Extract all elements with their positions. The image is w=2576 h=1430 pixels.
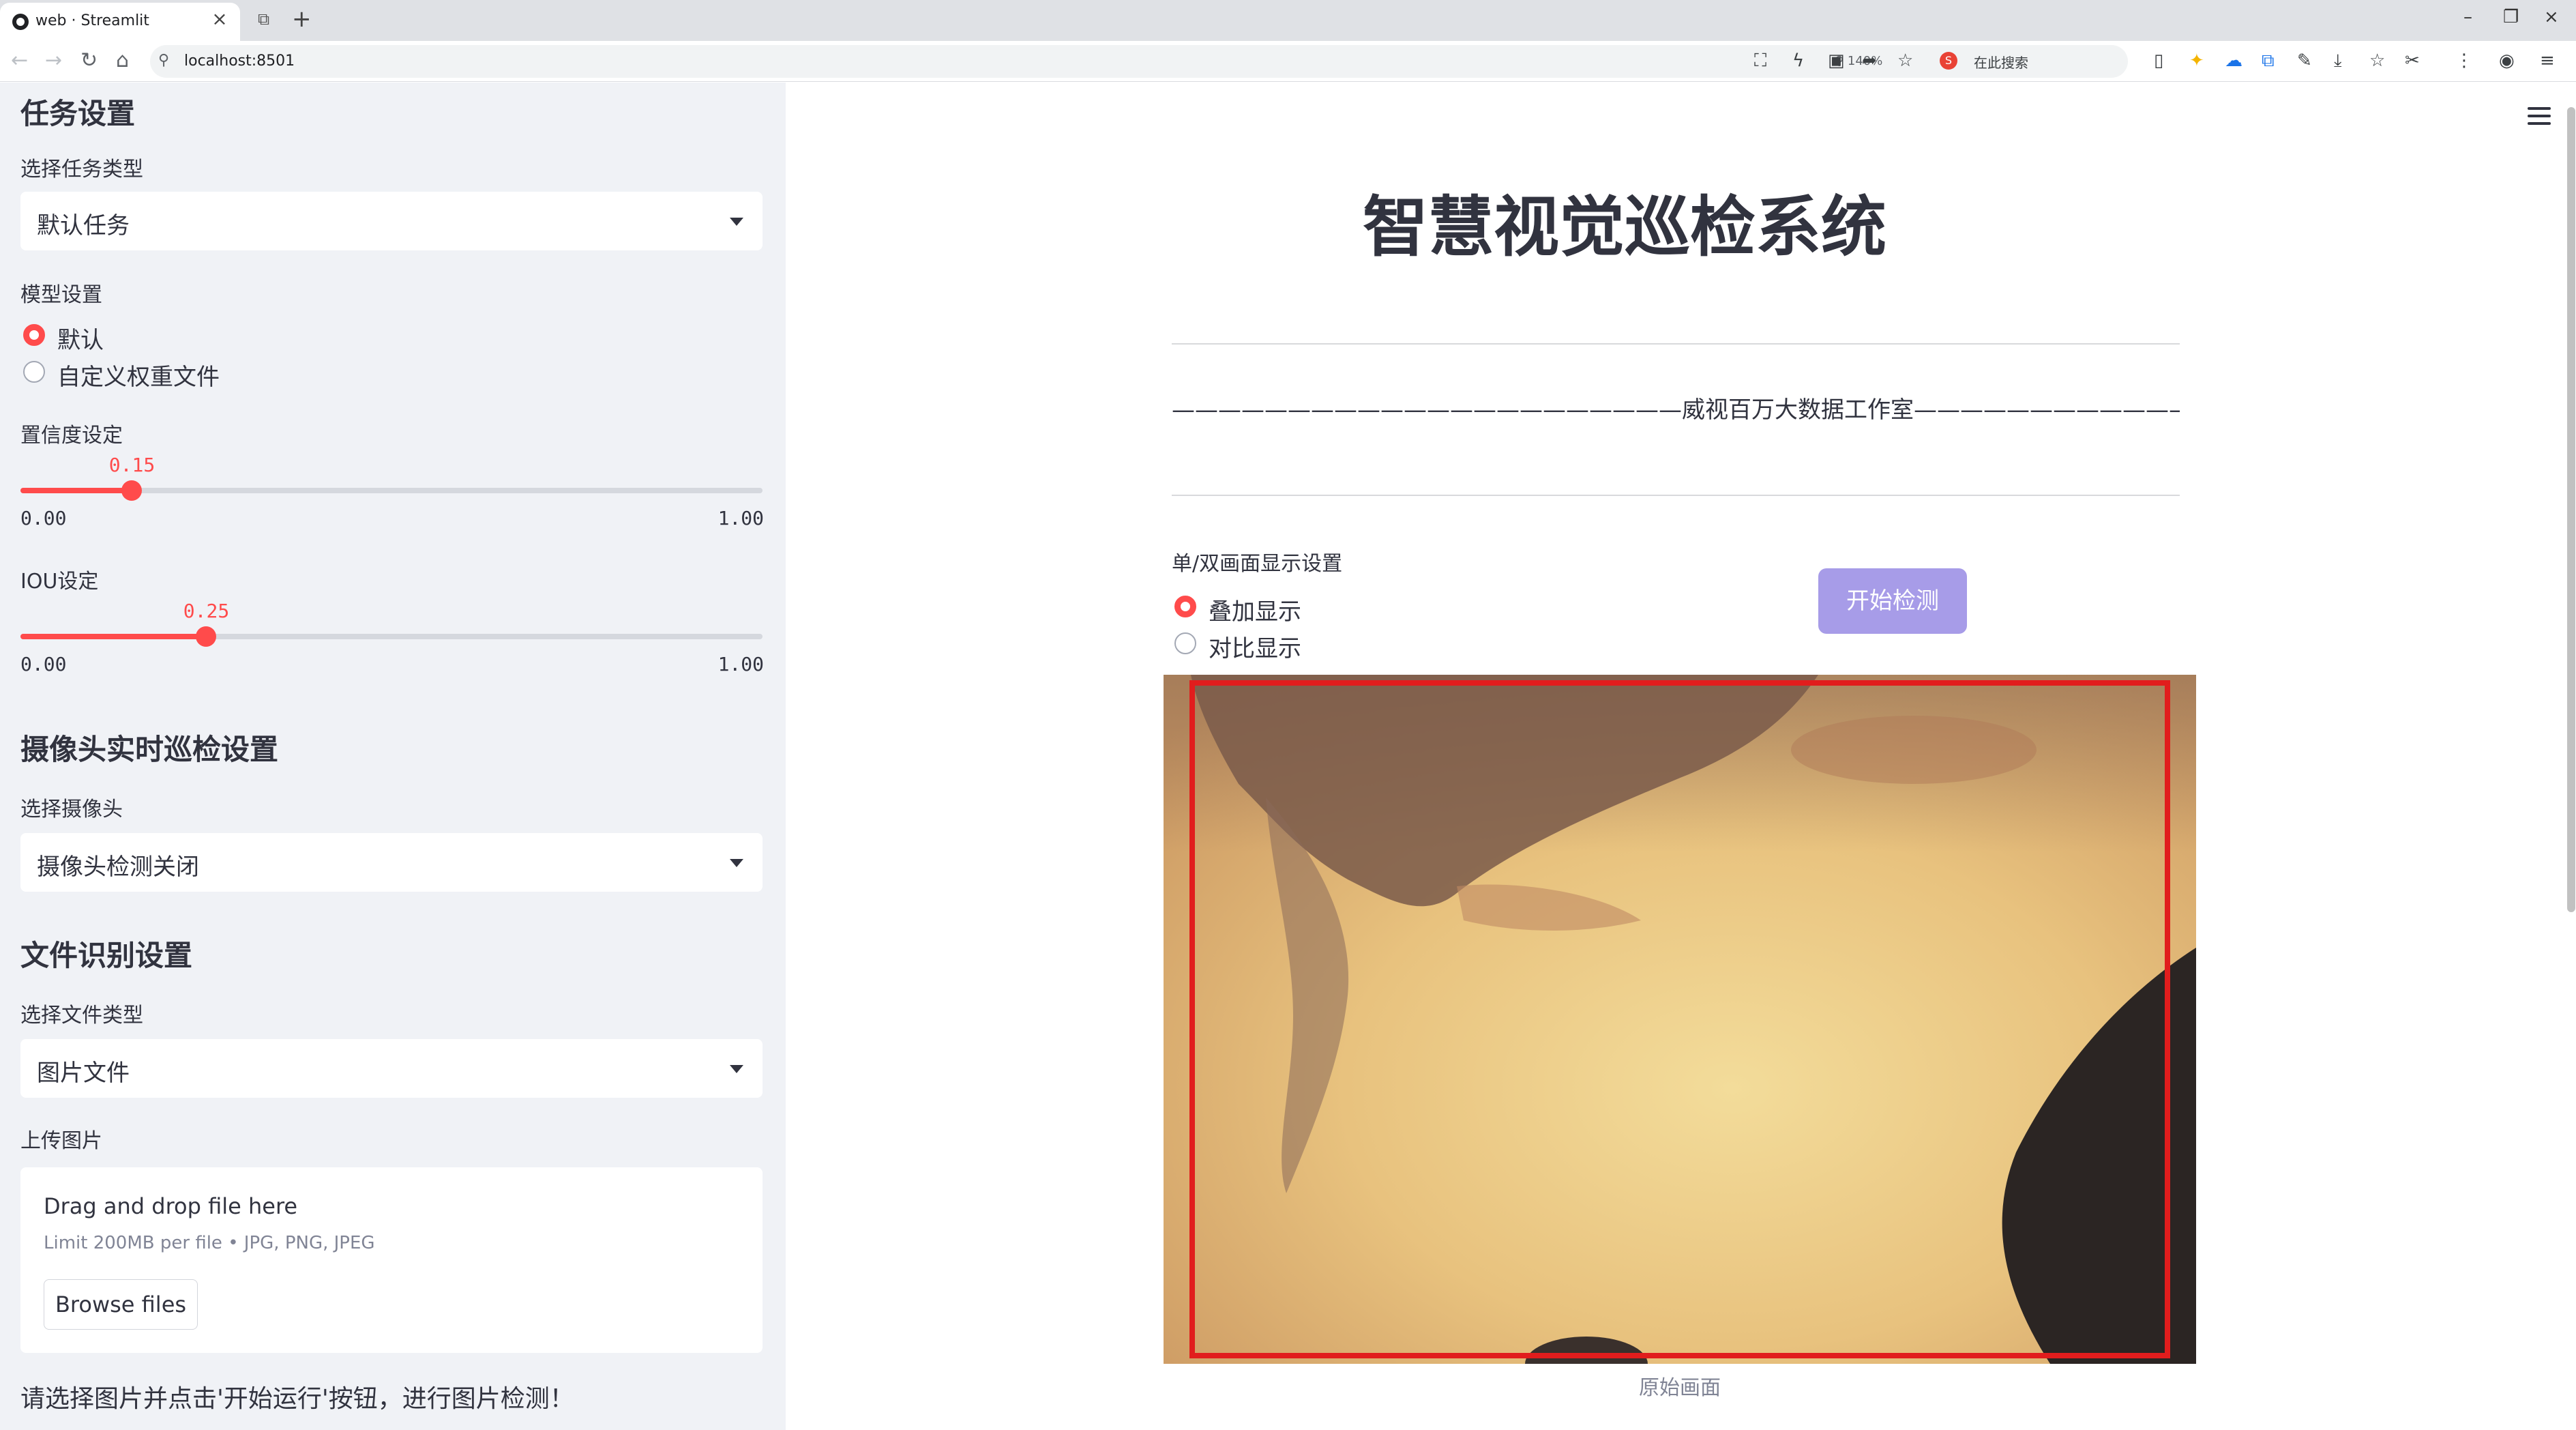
translate-icon[interactable]: ⛶ — [1754, 50, 1766, 71]
iou-slider[interactable]: 0.25 0.00 1.00 — [20, 600, 764, 682]
detection-image-canvas — [1164, 675, 2196, 1364]
share-icon[interactable]: ➦ — [1862, 50, 1877, 71]
image-caption: 原始画面 — [1639, 1376, 1721, 1400]
site-info-icon[interactable]: ⚲ — [158, 52, 169, 69]
start-detection-button[interactable]: 开始检测 — [1818, 568, 1967, 634]
scissors-icon[interactable]: ✂ — [2405, 50, 2420, 71]
app-menu-icon[interactable] — [2528, 107, 2551, 125]
file-settings-heading: 文件识别设置 — [20, 939, 193, 972]
studio-banner: ——————————————————————威视百万大数据工作室————————… — [1172, 396, 2180, 424]
chevron-down-icon — [730, 859, 743, 867]
chevron-down-icon — [730, 218, 743, 226]
model-option-label: 自定义权重文件 — [57, 364, 220, 391]
url-text[interactable]: localhost:8501 — [184, 53, 295, 70]
display-mode-label: 单/双画面显示设置 — [1172, 552, 1343, 576]
slider-max: 1.00 — [717, 507, 764, 529]
phone-icon[interactable]: ▯ — [2154, 50, 2163, 71]
main-content: 智慧视觉巡检系统 ——————————————————————威视百万大数据工作… — [786, 83, 2576, 1430]
iou-label: IOU设定 — [20, 570, 99, 594]
search-engine-icon: S — [1940, 52, 1957, 70]
extension-pen-icon[interactable]: ✎ — [2297, 50, 2312, 71]
file-type-select[interactable]: 图片文件 — [20, 1039, 763, 1098]
slider-fill — [20, 634, 206, 639]
task-type-label: 选择任务类型 — [20, 158, 143, 181]
minimize-button[interactable]: – — [2463, 7, 2472, 27]
browser-menu-icon[interactable]: ≡ — [2540, 50, 2555, 71]
task-type-select[interactable]: 默认任务 — [20, 192, 763, 250]
radio-selected-icon[interactable] — [1174, 596, 1196, 617]
radio-selected-icon[interactable] — [23, 324, 45, 346]
file-type-value: 图片文件 — [37, 1060, 130, 1087]
tab-close-icon[interactable]: × — [210, 10, 229, 29]
slider-fill — [20, 488, 132, 493]
iou-value: 0.25 — [183, 600, 230, 622]
streamlit-favicon-icon — [12, 14, 29, 30]
sidebar: 任务设置 选择任务类型 默认任务 模型设置 默认 自定义权重文件 置信度设定 0… — [0, 83, 786, 1430]
confidence-label: 置信度设定 — [20, 424, 123, 448]
close-window-button[interactable]: × — [2544, 7, 2559, 27]
home-icon[interactable]: ⌂ — [116, 49, 129, 72]
slider-min: 0.00 — [20, 507, 67, 529]
extension-cloud-icon[interactable]: ☁ — [2225, 50, 2242, 71]
browser-search-box[interactable]: S 在此搜索 — [1940, 48, 2131, 75]
model-settings-label: 模型设置 — [20, 283, 102, 307]
dropzone-limits: Limit 200MB per file • JPG, PNG, JPEG — [44, 1233, 375, 1253]
upload-hint: 请选择图片并点击'开始运行'按钮，进行图片检测！ — [20, 1385, 574, 1413]
browser-tab[interactable]: web · Streamlit × — [0, 3, 240, 41]
favorites-icon[interactable]: ☆ — [2369, 50, 2385, 71]
browser-tab-bar: web · Streamlit × ⧉ + – ❐ × — [0, 0, 2576, 41]
back-icon[interactable]: ← — [11, 49, 28, 72]
divider — [1172, 495, 2180, 496]
screenshot-icon[interactable]: ▣ — [1828, 50, 1845, 71]
display-option-label: 叠加显示 — [1209, 598, 1301, 626]
slider-handle[interactable] — [121, 480, 143, 501]
confidence-slider[interactable]: 0.15 0.00 1.00 — [20, 454, 764, 536]
chevron-down-icon — [730, 1065, 743, 1073]
upload-label: 上传图片 — [20, 1129, 102, 1153]
browse-files-button[interactable]: Browse files — [44, 1279, 198, 1330]
display-option-label: 对比显示 — [1209, 635, 1301, 662]
search-placeholder: 在此搜索 — [1974, 55, 2028, 71]
stain-top-right — [1791, 716, 2037, 784]
radio-unselected-icon[interactable] — [1174, 632, 1196, 654]
camera-settings-heading: 摄像头实时巡检设置 — [20, 733, 279, 766]
browser-toolbar: ← → ↻ ⌂ ⚲ localhost:8501 ⚲ 140% ⛶ ϟ ▣ ➦ … — [0, 41, 2576, 82]
extension-ai-icon[interactable]: ✦ — [2189, 50, 2204, 71]
slider-handle[interactable] — [196, 626, 216, 647]
model-option-label: 默认 — [57, 327, 104, 354]
tab-title: web · Streamlit — [35, 12, 149, 29]
slider-max: 1.00 — [717, 653, 764, 675]
dropzone-instructions: Drag and drop file here — [44, 1193, 298, 1219]
more-menu-icon[interactable]: ⋮ — [2455, 50, 2473, 71]
slider-min: 0.00 — [20, 653, 67, 675]
file-type-label: 选择文件类型 — [20, 1004, 143, 1027]
confidence-value: 0.15 — [108, 454, 156, 476]
reload-icon[interactable]: ↻ — [80, 49, 98, 72]
bookmark-star-icon[interactable]: ☆ — [1897, 50, 1913, 71]
task-type-value: 默认任务 — [37, 212, 130, 239]
detection-image — [1164, 675, 2196, 1364]
camera-select-label: 选择摄像头 — [20, 798, 123, 821]
camera-value: 摄像头检测关闭 — [37, 853, 199, 881]
tab-groups-icon[interactable]: ⧉ — [258, 10, 269, 29]
file-uploader-dropzone[interactable]: Drag and drop file here Limit 200MB per … — [20, 1167, 763, 1353]
radio-unselected-icon[interactable] — [23, 361, 45, 383]
page-title: 智慧视觉巡检系统 — [1363, 189, 1886, 265]
restore-button[interactable]: ❐ — [2503, 7, 2519, 27]
scrollbar[interactable] — [2567, 107, 2575, 912]
profile-avatar-icon[interactable]: ◉ — [2499, 50, 2515, 71]
camera-select[interactable]: 摄像头检测关闭 — [20, 833, 763, 892]
extension-translate-icon[interactable]: ⧉ — [2262, 50, 2275, 71]
task-settings-heading: 任务设置 — [20, 97, 136, 130]
forward-icon[interactable]: → — [45, 49, 62, 72]
slider-track[interactable] — [20, 480, 763, 501]
slider-track[interactable] — [20, 626, 763, 647]
new-tab-button[interactable]: + — [292, 5, 312, 33]
divider — [1172, 343, 2180, 345]
download-icon[interactable]: ⤓ — [2334, 50, 2342, 71]
bolt-icon[interactable]: ϟ — [1792, 50, 1804, 71]
